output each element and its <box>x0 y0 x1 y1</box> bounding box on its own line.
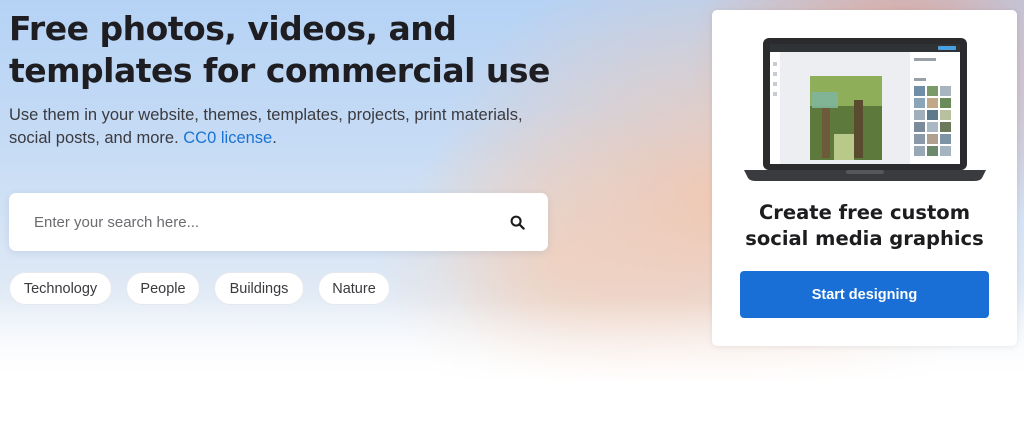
tag-people[interactable]: People <box>126 272 200 305</box>
promo-title-line-2: social media graphics <box>745 227 984 250</box>
tag-technology[interactable]: Technology <box>9 272 112 305</box>
search-input[interactable] <box>9 193 489 251</box>
search-button[interactable] <box>506 211 528 233</box>
start-designing-button[interactable]: Start designing <box>740 271 989 318</box>
subtitle-period: . <box>272 129 277 147</box>
promo-title-line-1: Create free custom <box>758 201 971 224</box>
page-title: Free photos, videos, and templates for c… <box>9 8 569 92</box>
headline-line-1: Free photos, videos, and <box>9 9 457 48</box>
tag-nature[interactable]: Nature <box>318 272 390 305</box>
promo-card: Create free custom social media graphics… <box>712 10 1017 346</box>
search-bar <box>9 193 548 251</box>
headline-line-2: templates for commercial use <box>9 51 550 90</box>
laptop-illustration <box>744 38 986 181</box>
search-icon <box>510 215 525 230</box>
tag-buildings[interactable]: Buildings <box>214 272 304 305</box>
hero-subtitle: Use them in your website, themes, templa… <box>9 104 549 150</box>
promo-title: Create free custom social media graphics <box>712 200 1017 252</box>
cc0-license-link[interactable]: CC0 license <box>183 129 272 147</box>
